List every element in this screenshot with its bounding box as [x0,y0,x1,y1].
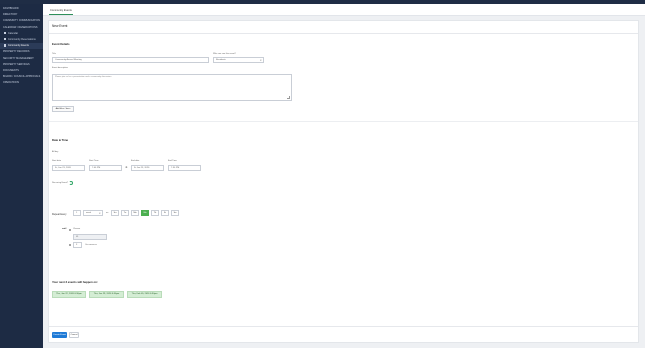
next-events-heading: Your next 3 events will happen on: [52,280,98,284]
sidebar-item-label: PROPERTY RECORDS [3,50,30,54]
weekday-button[interactable]: Sa [171,210,179,216]
description-placeholder: Please join us for a presentation and a … [55,76,112,78]
tab-bar: Community Events [43,4,645,16]
weekday-button[interactable]: Fr [161,210,169,216]
sidebar-item-label: COMMUNITY COMMUNICATION [3,19,41,23]
sidebar-item-label: Community Events [8,44,29,48]
repeat-unit-value: week [86,212,92,214]
title-label: Title [52,53,56,55]
description-label: Event description [52,67,68,69]
until-date-field[interactable]: 01 [73,234,107,240]
after-occurrences-radio[interactable] [69,244,72,247]
page-icon [4,44,6,47]
sidebar-item-label: DOCUMENTS [3,68,19,72]
occurrences-field[interactable]: 3 [73,242,82,248]
repeat-unit-select[interactable]: week ▾ [83,210,103,216]
sidebar-item-label: DIRECTORY [3,13,18,17]
add-files-button[interactable]: Add files / docs [52,106,74,112]
description-textarea[interactable]: Please join us for a presentation and a … [52,74,292,101]
sidebar-item-label: OPERATIONS [3,81,19,85]
start-date-label: Start date [52,160,62,162]
page-icon [4,38,6,41]
sidebar-item[interactable]: CALENDAR / RESERVATIONS [0,25,43,31]
tab-community-events[interactable]: Community Events [49,6,73,15]
sidebar-item[interactable]: COMMUNITY COMMUNICATION [0,18,43,24]
repeat-every-label: Repeat Every [52,213,67,216]
sidebar-item-label: DASHBOARD [3,7,19,10]
chevron-down-icon: ▾ [99,212,101,215]
section-divider [49,121,638,122]
weekday-button[interactable]: Tu [121,210,129,216]
end-date-field[interactable]: Fr Jan 23, 2026 [131,165,164,171]
end-time-label: End Time [168,160,177,162]
weekday-button[interactable]: Th [151,210,159,216]
sidebar-item-label: BOARD / COUNCIL APPROVALS [3,75,41,79]
audience-value: Residents [216,59,226,61]
title-divider [49,33,638,34]
weekday-button[interactable]: We [141,210,149,216]
recurring-toggle[interactable] [69,181,73,185]
chevron-down-icon: ▾ [260,59,262,62]
on-label: on [106,212,109,214]
next-event-chip: Thu, Jan 22, 2026 6:30pm [52,291,86,298]
sidebar-item-label: Calendar [8,31,19,35]
sidebar: DASHBOARD DIRECTORY COMMUNITY COMMUNICATIO… [0,4,43,348]
audience-select[interactable]: Residents ▾ [213,57,264,63]
start-time-label: Start Time [89,160,99,162]
end-date-label: End date [131,160,140,162]
cancel-button[interactable]: Cancel [69,332,79,338]
footer-divider [49,326,638,327]
page-title: New Event [52,24,68,28]
start-date-field[interactable]: Fr, Jan 23, 2026 [52,165,85,171]
until-date-radio[interactable] [69,229,72,232]
sidebar-item-label: Community Reservations [8,37,36,41]
repeat-count-field[interactable]: 1 [73,210,81,216]
title-field[interactable]: Community Annual Meeting [52,57,209,63]
new-event-card: New Event Event Details Title Community … [48,20,639,343]
sidebar-item-label: PROPERTY SERVICES [3,62,30,66]
end-time-field[interactable]: 7:30 PM [168,165,201,171]
sidebar-item[interactable]: OPERATIONS [0,80,43,86]
until-date-option-label: Choose [73,228,81,230]
sidebar-item-label: CALENDAR / RESERVATIONS [3,25,38,29]
arrow-right-icon: ➔ [125,165,128,169]
weekday-picker: Su Tu Mo We Th Fr Sa [111,210,191,216]
occurrences-label: Occurrences [85,244,97,246]
start-time-field[interactable]: 7:00 PM [89,165,122,171]
next-event-chip: Thu, Feb 05, 2026 6:30pm [127,291,162,298]
weekday-button[interactable]: Mo [131,210,139,216]
next-event-chip: Thu, Jan 29, 2026 6:30pm [89,291,124,298]
weekday-button[interactable]: Su [111,210,119,216]
event-details-heading: Event Details [52,42,70,46]
page-icon [4,31,6,35]
recurring-label: Recurring Event? [52,182,69,184]
all-day-label: All day [52,151,59,153]
date-time-heading: Date & Time [52,138,69,142]
resize-handle-icon[interactable] [287,96,290,99]
create-event-button[interactable]: Create Event [52,332,67,338]
audience-label: Who can see this event? [213,53,236,55]
until-label: until [62,228,67,230]
sidebar-item-label: SECURITY MANAGEMENT [3,56,34,60]
